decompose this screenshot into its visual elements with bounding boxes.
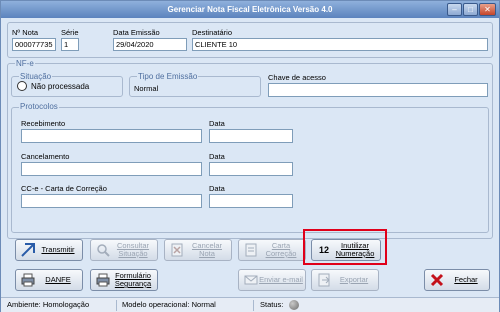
cancelamento-label: Cancelamento [21,152,70,161]
cancelamento-field[interactable] [21,162,202,176]
cancelamento-data-label: Data [209,152,225,161]
status-bar: Ambiente: Homologação Modelo operacional… [1,297,499,312]
chave-acesso-label: Chave de acesso [268,73,326,82]
carta-correcao-label: Carta Correção [265,241,297,258]
cancelar-nota-button[interactable]: Cancelar Nota [164,239,232,261]
destinatario-label: Destinatário [192,28,233,37]
serie-label: Série [61,28,79,37]
danfe-label: DANFE [45,275,71,284]
fechar-label: Fechar [454,275,478,284]
transmitir-label: Transmitir [41,245,75,254]
serie-field[interactable]: 1 [61,38,79,51]
window-title: Gerenciar Nota Fiscal Eletrônica Versão … [167,5,333,14]
carta-correcao-button[interactable]: Carta Correção [238,239,306,261]
situacao-label: Situação [19,72,53,81]
transmit-icon [20,242,36,258]
cancelamento-data-field[interactable] [209,162,293,176]
status-indicator-icon [289,300,299,310]
cce-data-field[interactable] [209,194,293,208]
situacao-value: Não processada [31,82,90,91]
letter-icon [243,242,259,258]
recebimento-label: Recebimento [21,119,66,128]
consultar-situacao-button[interactable]: Consultar Situação [90,239,158,261]
tipo-emissao-value: Normal [134,84,159,93]
exportar-button[interactable]: Exportar [311,269,379,291]
numero-field[interactable]: 000077735 [12,38,56,51]
recebimento-data-field[interactable] [209,129,293,143]
tipo-emissao-label: Tipo de Emissão [137,72,199,81]
nfe-group-label: NF-e [15,59,35,68]
data-emissao-field[interactable]: 29/04/2020 [113,38,187,51]
modelo-status: Modelo operacional: Normal [122,300,216,309]
enviar-email-button[interactable]: Enviar e-mail [238,269,306,291]
close-icon [429,272,445,288]
cancelar-nota-label: Cancelar Nota [191,241,222,258]
cce-field[interactable] [21,194,202,208]
maximize-button[interactable]: □ [463,3,478,16]
fechar-button[interactable]: Fechar [424,269,490,291]
protocolos-label: Protocolos [19,102,59,111]
recebimento-data-label: Data [209,119,225,128]
data-emissao-label: Data Emissão [113,28,160,37]
export-icon [316,272,332,288]
status-separator [253,300,254,311]
search-icon [95,242,111,258]
window: Gerenciar Nota Fiscal Eletrônica Versão … [0,0,500,312]
ambiente-status: Ambiente: Homologação [7,300,90,309]
enviar-email-label: Enviar e-mail [259,275,303,284]
printer-icon [20,272,36,288]
consultar-situacao-label: Consultar Situação [116,241,150,258]
destinatario-field[interactable]: CLIENTE 10 [192,38,488,51]
minimize-button[interactable]: – [447,3,462,16]
close-window-button[interactable]: ✕ [479,3,496,16]
email-icon [243,272,259,288]
danfe-button[interactable]: DANFE [15,269,83,291]
cce-label: CC-e - Carta de Correção [21,184,107,193]
numero-label: Nº Nota [12,28,39,37]
exportar-label: Exportar [339,275,369,284]
printer-icon [95,272,111,288]
cce-data-label: Data [209,184,225,193]
status-separator [116,300,117,311]
status-label: Status: [260,300,284,309]
title-bar: Gerenciar Nota Fiscal Eletrônica Versão … [1,1,499,18]
transmitir-button[interactable]: Transmitir [15,239,83,261]
situacao-radio-icon [17,81,27,91]
chave-acesso-field[interactable] [268,83,488,97]
highlight-box [303,229,387,265]
recebimento-field[interactable] [21,129,202,143]
formulario-seguranca-button[interactable]: Formulário Segurança [90,269,158,291]
cancel-document-icon [169,242,185,258]
formulario-seguranca-label: Formulário Segurança [114,271,152,288]
